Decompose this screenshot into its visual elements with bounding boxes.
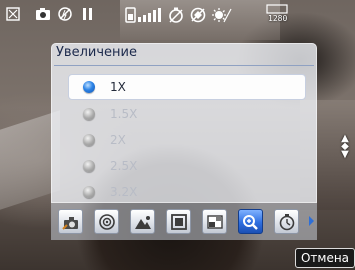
quality-icon <box>206 213 224 231</box>
zoom-option-label: 3.2X <box>110 185 138 199</box>
zoom-option-label: 1X <box>110 80 126 94</box>
resize-icon[interactable] <box>6 7 20 25</box>
camera-mode-icon[interactable] <box>35 7 51 25</box>
cancel-button[interactable]: Отмена <box>295 248 355 268</box>
resolution-label: 1280 <box>268 14 288 23</box>
panel-title: Увеличение <box>56 45 137 60</box>
camera-toolbar <box>51 203 317 240</box>
zoom-option-3-2x: 3.2X <box>69 180 305 204</box>
white-balance-icon[interactable] <box>212 7 232 27</box>
frame-icon <box>170 213 188 231</box>
zoom-option-label: 1.5X <box>110 107 138 121</box>
scene-button[interactable] <box>130 209 155 234</box>
zoom-button[interactable] <box>238 209 263 234</box>
frame-button[interactable] <box>166 209 191 234</box>
scene-icon <box>134 214 152 230</box>
toolbar-scroll-right-icon[interactable] <box>309 216 314 226</box>
side-scroll-handle-icon[interactable]: ▲ ◆ ▼ <box>339 134 351 160</box>
zoom-option-1x[interactable]: 1X <box>68 74 306 100</box>
radio-disabled-icon <box>83 134 95 146</box>
pause-icon[interactable] <box>82 7 94 25</box>
zoom-option-2x: 2X <box>69 128 305 152</box>
zoom-panel: Увеличение 1X 1.5X 2X 2.5X 3.2X <box>51 43 317 203</box>
camera-settings-icon <box>61 214 80 230</box>
camera-status-bar: 1280 <box>0 0 355 30</box>
radio-disabled-icon <box>83 108 95 120</box>
metering-icon <box>98 213 116 231</box>
zoom-option-label: 2X <box>110 133 126 147</box>
flash-off-icon[interactable] <box>58 7 72 25</box>
timer-off-icon[interactable] <box>168 7 184 27</box>
timer-button[interactable] <box>274 209 299 234</box>
camera-settings-button[interactable] <box>58 209 83 234</box>
quality-button[interactable] <box>202 209 227 234</box>
radio-disabled-icon <box>83 160 95 172</box>
battery-icon <box>125 7 163 27</box>
radio-selected-icon[interactable] <box>83 81 95 93</box>
zoom-icon <box>241 213 261 231</box>
stabilizer-off-icon[interactable] <box>190 7 206 27</box>
panel-divider <box>54 65 314 66</box>
zoom-option-2-5x: 2.5X <box>69 154 305 178</box>
timer-icon <box>278 213 296 231</box>
zoom-option-label: 2.5X <box>110 159 138 173</box>
radio-disabled-icon <box>83 186 95 198</box>
metering-button[interactable] <box>94 209 119 234</box>
zoom-option-1-5x: 1.5X <box>69 102 305 126</box>
